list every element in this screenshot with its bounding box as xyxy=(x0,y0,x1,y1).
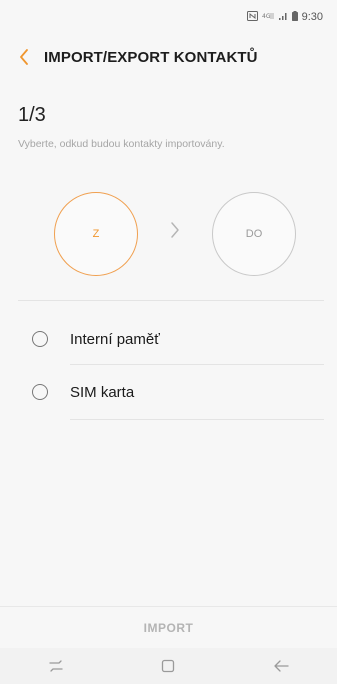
svg-text:4G: 4G xyxy=(262,13,271,20)
status-bar: 4G 9:30 xyxy=(0,0,337,34)
option-internal-memory[interactable]: Interní paměť xyxy=(0,315,337,363)
chevron-right-icon xyxy=(166,220,184,244)
option-divider xyxy=(70,364,324,365)
import-button[interactable]: IMPORT xyxy=(144,621,194,635)
page-title: IMPORT/EXPORT KONTAKTŮ xyxy=(44,48,258,66)
status-time: 9:30 xyxy=(301,11,323,23)
option-sim-card[interactable]: SIM karta xyxy=(0,368,337,416)
chevron-left-icon xyxy=(20,49,28,65)
radio-button[interactable] xyxy=(32,331,48,347)
option-label: Interní paměť xyxy=(70,330,160,348)
source-selector[interactable]: Z xyxy=(54,192,138,276)
signal-icon xyxy=(278,11,288,24)
radio-button[interactable] xyxy=(32,384,48,400)
app-header: IMPORT/EXPORT KONTAKTŮ xyxy=(0,38,337,76)
source-label: Z xyxy=(92,228,100,240)
recent-apps-icon xyxy=(49,660,63,672)
option-divider xyxy=(70,419,324,420)
divider xyxy=(18,300,324,301)
back-arrow-icon xyxy=(274,660,289,672)
battery-icon xyxy=(291,10,298,24)
instruction-text: Vyberte, odkud budou kontakty importován… xyxy=(18,138,225,150)
lte-icon: 4G xyxy=(262,11,274,24)
footer-bar: IMPORT xyxy=(0,606,337,649)
home-icon xyxy=(162,659,175,673)
nfc-icon xyxy=(246,10,258,24)
destination-label: DO xyxy=(245,228,263,240)
destination-selector[interactable]: DO xyxy=(212,192,296,276)
step-indicator: 1/3 xyxy=(18,104,46,126)
back-button[interactable] xyxy=(4,38,44,76)
recent-apps-button[interactable] xyxy=(36,651,76,681)
navigation-bar xyxy=(0,648,337,684)
back-nav-button[interactable] xyxy=(261,651,301,681)
option-label: SIM karta xyxy=(70,383,135,401)
home-button[interactable] xyxy=(148,651,188,681)
